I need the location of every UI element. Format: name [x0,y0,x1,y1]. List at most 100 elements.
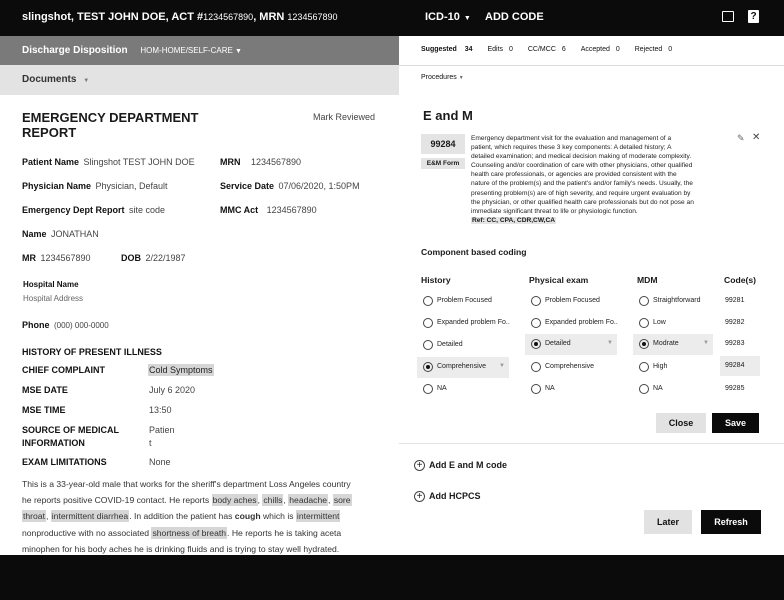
narrative-text: he reports positive COVID-19 contact. He… [22,495,212,506]
top-bar: slingshot, TEST JOHN DOE, ACT #123456789… [0,0,784,36]
mse-date-value: July 6 2020 [149,385,196,395]
tab-label: CC/MCC [527,46,556,53]
em-description-line: Emergency department visit for the evalu… [471,135,672,142]
history-option[interactable]: Problem Focused [419,292,509,310]
discharge-label: Discharge Disposition [22,45,128,56]
add-em-code-button[interactable]: + Add E and M code [414,460,508,472]
add-hcpcs-button[interactable]: + Add HCPCS [414,491,481,503]
mdm-option[interactable]: Low [635,314,713,332]
chevron-down-icon: ▼ [463,15,471,22]
option-label: Comprehensive [437,363,487,370]
phone-value: (000) 000-0000 [53,321,109,330]
mdm-option[interactable]: Straightforward [635,292,713,310]
radio-button[interactable] [531,296,541,306]
exam-option[interactable]: Expanded problem Fo.. [527,314,618,332]
radio-button[interactable] [423,318,433,328]
mdm-option[interactable]: NA [635,380,713,398]
option-label: Expanded problem Fo.. [437,319,510,326]
symptom-highlight[interactable]: shortness of breath [151,526,228,539]
discharge-select[interactable]: HOM-HOME/SELF-CARE ▼ [140,46,242,55]
mrn-label: , MRN [253,11,285,23]
symptom-highlight[interactable]: body aches [211,494,258,507]
chevron-down-icon: ▼ [499,363,505,369]
icd-select[interactable]: ICD-10 ▼ [425,11,471,23]
documents-select[interactable]: Documents ▼ [0,65,399,95]
exam-option[interactable]: Comprehensive [527,358,617,376]
exam-option[interactable]: NA [527,380,617,398]
symptom-highlight[interactable]: headache [288,494,329,507]
mmc-act-value: 1234567890 [266,205,317,215]
exam-option-selected[interactable]: Detailed ▼ [525,334,617,355]
exam-option[interactable]: Problem Focused [527,292,617,310]
radio-button[interactable] [423,296,433,306]
narrative-text: . He reports he is taking aceta [227,527,342,538]
history-option[interactable]: NA [419,380,509,398]
source-label-line: SOURCE OF MEDICAL [22,425,120,435]
chief-complaint-value: Cold Symptoms [148,364,214,376]
narrative-text: nonproductive with no associated [22,527,152,538]
symptom-highlight[interactable]: intermittent diarrhea [50,510,130,523]
code-tabs: Suggested 34 Edits 0 CC/MCC 6 Accepted 0… [421,46,672,53]
history-option-selected[interactable]: Comprehensive ▼ [417,357,509,378]
radio-button[interactable] [423,340,433,350]
radio-button[interactable] [639,362,649,372]
em-ref: Ref: CC, CPA, CDR,CW,CA [471,217,557,224]
mdm-option-selected[interactable]: Modrate ▼ [633,334,713,355]
em-description-line: health care professionals, or agencies a… [471,171,677,179]
radio-button[interactable] [423,384,433,394]
name-label: Name [22,229,47,239]
radio-button[interactable] [639,384,649,394]
add-em-label: Add E and M code [429,460,508,470]
radio-button[interactable] [639,339,649,349]
plus-icon: + [414,460,425,472]
narrative: This is a 33-year-old male that works fo… [22,476,392,555]
tab-suggested[interactable]: Suggested 34 [421,46,473,53]
footer-bar [0,555,784,600]
report-title-line: REPORT [22,125,77,140]
later-button[interactable]: Later [644,510,692,534]
refresh-button[interactable]: Refresh [701,510,761,534]
pencil-icon[interactable]: ✎ [737,133,745,144]
mse-time-value: 13:50 [149,405,172,415]
chevron-down-icon: ▼ [458,75,464,81]
symptom-highlight[interactable]: sore [332,494,352,507]
code-value: 99281 [725,297,745,304]
procedures-select[interactable]: Procedures ▼ [421,74,464,81]
chat-icon[interactable] [722,11,734,22]
tab-rejected[interactable]: Rejected 0 [635,46,673,53]
symptom-keyword: cough [234,511,261,522]
tab-accepted[interactable]: Accepted 0 [581,46,620,53]
radio-button[interactable] [531,384,541,394]
symptom-highlight[interactable]: intermittent [295,510,341,523]
radio-button[interactable] [531,362,541,372]
radio-button[interactable] [531,318,541,328]
source-label-line: INFORMATION [22,438,85,448]
history-option[interactable]: Detailed [419,336,509,354]
symptom-highlight[interactable]: throat [22,510,46,523]
em-form-button[interactable]: E&M Form [421,158,465,169]
radio-button[interactable] [423,362,433,372]
tab-edits[interactable]: Edits 0 [488,46,513,53]
close-button[interactable]: Close [656,413,706,433]
add-code-button[interactable]: ADD CODE [485,11,544,23]
option-label: Low [653,319,666,326]
mark-reviewed-button[interactable]: Mark Reviewed [313,112,375,122]
document-panel: Discharge Disposition HOM-HOME/SELF-CARE… [0,36,399,555]
radio-button[interactable] [531,339,541,349]
radio-button[interactable] [639,296,649,306]
mdm-option[interactable]: High [635,358,713,376]
save-button[interactable]: Save [712,413,759,433]
help-icon[interactable]: ? [748,10,759,23]
chief-complaint-label: CHIEF COMPLAINT [22,365,105,375]
history-option[interactable]: Expanded problem Fo.. [419,314,510,332]
chevron-down-icon: ▼ [607,340,613,346]
close-icon[interactable]: ✕ [752,132,760,143]
symptom-highlight[interactable]: chills [262,494,284,507]
tab-count: 0 [668,46,673,53]
option-label: NA [437,385,447,392]
radio-button[interactable] [639,318,649,328]
tab-ccmcc[interactable]: CC/MCC 6 [528,46,566,53]
component-heading: Component based coding [421,247,527,257]
discharge-value: HOM-HOME/SELF-CARE [140,46,233,55]
discharge-bar: Discharge Disposition HOM-HOME/SELF-CARE… [0,36,399,65]
